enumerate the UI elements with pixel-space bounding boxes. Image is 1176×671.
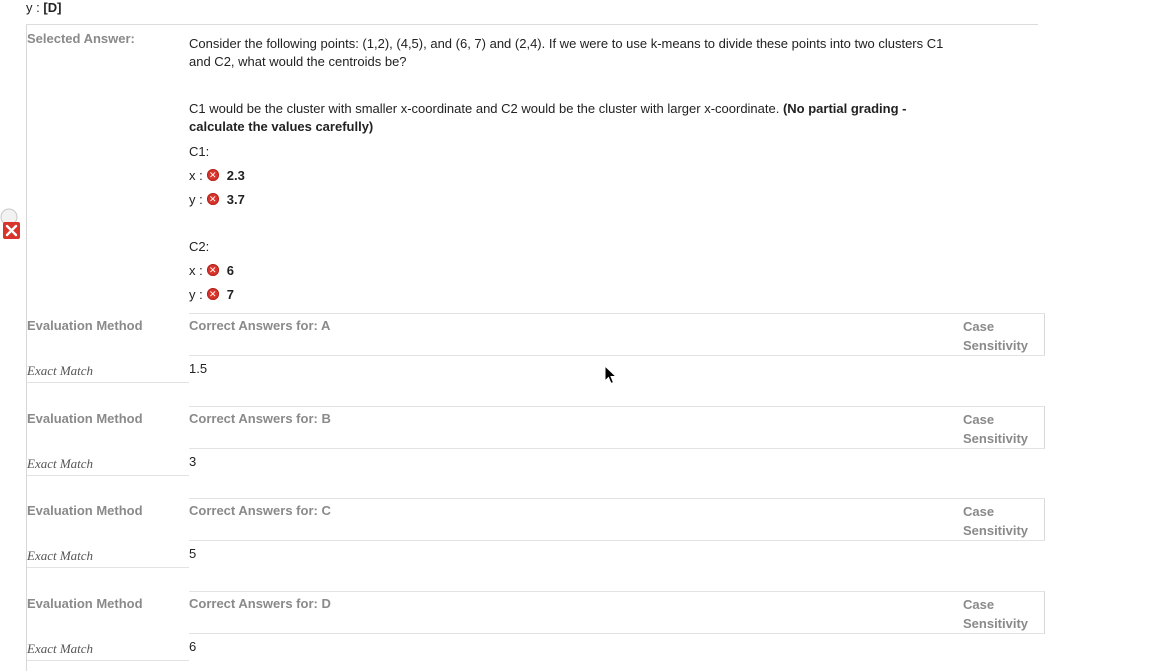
case-column-border [1044, 592, 1045, 633]
c2-x-value: 6 [226, 262, 234, 278]
c1-y-answer: y : ✕ 3.7 [189, 190, 245, 208]
row-divider [189, 633, 1045, 634]
row-divider [189, 355, 1045, 356]
c1-x-label: x : [189, 167, 203, 183]
top-divider [26, 24, 1038, 25]
evaluation-method-value: Exact Match [27, 641, 94, 656]
left-border [26, 25, 27, 671]
previous-y-value: [D] [43, 0, 62, 15]
row-divider [27, 475, 189, 476]
row-divider [189, 406, 1045, 407]
correct-answer-value: 5 [189, 546, 197, 561]
c1-y-label: y : [189, 191, 203, 207]
correct-answer-value: 3 [189, 454, 197, 469]
c1-x-answer: x : ✕ 2.3 [189, 166, 245, 184]
previous-y-label: y : [26, 0, 40, 15]
correct-answers-header: Correct Answers for: A [189, 318, 331, 333]
selected-answer-label: Selected Answer: [27, 31, 135, 46]
evaluation-method-header: Evaluation Method [27, 318, 143, 333]
evaluation-method-value: Exact Match [27, 548, 94, 563]
question-instruction: C1 would be the cluster with smaller x-c… [189, 100, 929, 136]
correct-answers-header: Correct Answers for: C [189, 503, 331, 518]
c2-y-label: y : [189, 286, 203, 302]
case-sensitivity-header: Case Sensitivity [963, 504, 1029, 538]
incorrect-x-icon: ✕ [206, 288, 219, 300]
mouse-cursor-icon [604, 364, 618, 385]
evaluation-method-value: Exact Match [27, 456, 94, 471]
correct-answer-value: 6 [189, 639, 197, 654]
row-divider [189, 591, 1045, 592]
incorrect-x-icon: ✕ [206, 169, 219, 181]
row-divider [27, 660, 189, 661]
c2-x-label: x : [189, 262, 203, 278]
instruction-text: C1 would be the cluster with smaller x-c… [189, 101, 783, 116]
c2-label: C2: [189, 238, 210, 254]
question-text: Consider the following points: (1,2), (4… [189, 36, 944, 69]
evaluation-method-header: Evaluation Method [27, 503, 143, 518]
case-sensitivity-header: Case Sensitivity [963, 597, 1029, 631]
correct-answer-value: 1.5 [189, 361, 208, 376]
incorrect-question-icon [0, 205, 22, 239]
previous-answer-y: y : [D] [26, 0, 61, 15]
correct-answers-header: Correct Answers for: B [189, 411, 331, 426]
case-sensitivity-header: Case Sensitivity [963, 319, 1029, 353]
incorrect-x-icon: ✕ [206, 264, 219, 276]
evaluation-method-value: Exact Match [27, 363, 94, 378]
c1-y-value: 3.7 [226, 191, 245, 207]
incorrect-x-icon: ✕ [206, 193, 219, 205]
evaluation-method-header: Evaluation Method [27, 596, 143, 611]
row-divider [189, 540, 1045, 541]
c2-y-value: 7 [226, 286, 234, 302]
row-divider [189, 498, 1045, 499]
c2-x-answer: x : ✕ 6 [189, 261, 234, 279]
case-column-border [1044, 407, 1045, 448]
c1-x-value: 2.3 [226, 167, 245, 183]
row-divider [27, 382, 189, 383]
row-divider [189, 448, 1045, 449]
case-sensitivity-header: Case Sensitivity [963, 412, 1029, 446]
case-column-border [1044, 314, 1045, 355]
c2-y-answer: y : ✕ 7 [189, 285, 234, 303]
correct-answers-header: Correct Answers for: D [189, 596, 331, 611]
c1-label: C1: [189, 143, 210, 159]
evaluation-method-header: Evaluation Method [27, 411, 143, 426]
case-column-border [1044, 499, 1045, 540]
row-divider [189, 313, 1045, 314]
row-divider [27, 567, 189, 568]
